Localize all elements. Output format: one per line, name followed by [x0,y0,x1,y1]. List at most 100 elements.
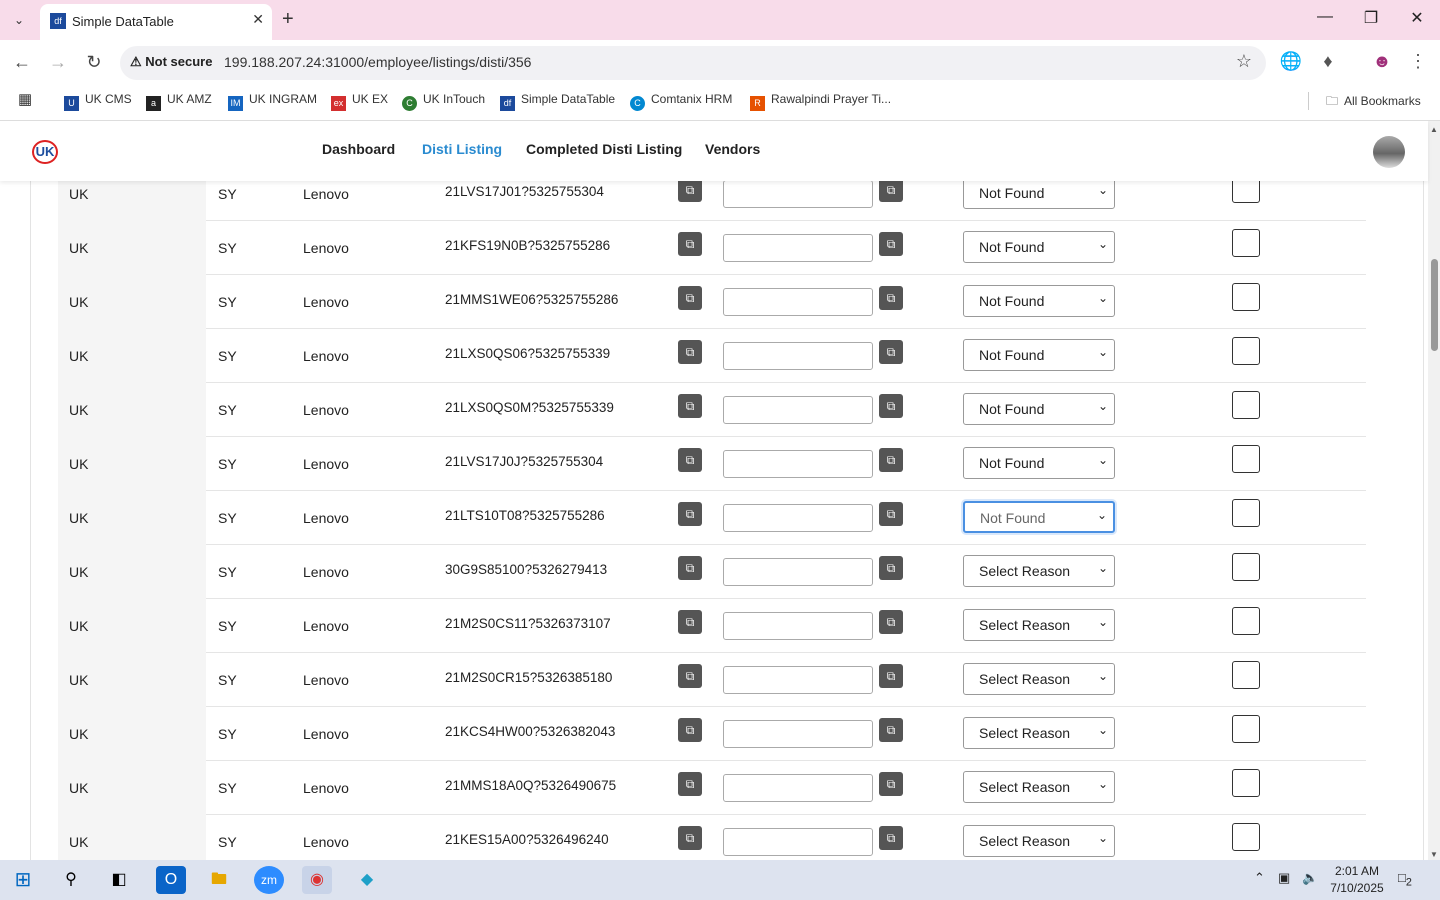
paste-button[interactable]: ⧉ [879,286,903,310]
copy-sku-button[interactable]: ⧉ [678,610,702,634]
row-text-input[interactable] [723,504,873,532]
reload-icon[interactable]: ↻ [82,52,106,73]
row-checkbox[interactable] [1232,553,1260,581]
paste-button[interactable]: ⧉ [879,556,903,580]
row-text-input[interactable] [723,288,873,316]
copy-sku-button[interactable]: ⧉ [678,394,702,418]
file-explorer-icon[interactable]: 🖿 [204,866,234,894]
row-text-input[interactable] [723,558,873,586]
forward-icon[interactable]: → [46,52,70,73]
network-icon[interactable]: ▣ [1278,870,1290,886]
bookmark-item[interactable]: df Simple DataTable [500,92,615,111]
vscode-like-app-icon[interactable]: ◆ [352,866,382,894]
reason-select[interactable]: Select Reason ⌄ [963,555,1115,587]
copy-sku-button[interactable]: ⧉ [678,232,702,256]
back-icon[interactable]: ← [10,52,34,73]
reason-select[interactable]: Not Found ⌄ [963,501,1115,533]
row-checkbox[interactable] [1232,661,1260,689]
task-view-icon[interactable]: ◧ [104,866,134,894]
restore-icon[interactable]: ❐ [1356,8,1386,28]
menu-icon[interactable]: ⋮ [1406,51,1430,72]
url-text[interactable]: 199.188.207.24:31000/employee/listings/d… [224,54,531,70]
paste-button[interactable]: ⧉ [879,718,903,742]
paste-button[interactable]: ⧉ [879,394,903,418]
address-bar[interactable]: ⚠ Not secure 199.188.207.24:31000/employ… [120,46,1266,80]
copy-sku-button[interactable]: ⧉ [678,772,702,796]
bookmark-item[interactable]: a UK AMZ [146,92,212,111]
copy-sku-button[interactable]: ⧉ [678,826,702,850]
reason-select[interactable]: Select Reason ⌄ [963,717,1115,749]
zoom-icon[interactable]: zm [254,866,284,894]
scrollbar-thumb[interactable] [1431,259,1438,351]
paste-button[interactable]: ⧉ [879,772,903,796]
reason-select[interactable]: Not Found ⌄ [963,447,1115,479]
minimize-icon[interactable]: — [1310,8,1340,26]
tray-overflow-icon[interactable]: ⌃ [1254,870,1265,886]
reason-select[interactable]: Not Found ⌄ [963,339,1115,371]
row-checkbox[interactable] [1232,769,1260,797]
row-text-input[interactable] [723,720,873,748]
system-clock[interactable]: 2:01 AM 7/10/2025 [1322,863,1392,897]
copy-sku-button[interactable]: ⧉ [678,718,702,742]
user-avatar[interactable] [1373,136,1405,168]
copy-sku-button[interactable]: ⧉ [678,556,702,580]
nav-disti-listing[interactable]: Disti Listing [422,141,502,157]
reason-select[interactable]: Not Found ⌄ [963,177,1115,209]
copy-sku-button[interactable]: ⧉ [678,286,702,310]
copy-sku-button[interactable]: ⧉ [678,664,702,688]
paste-button[interactable]: ⧉ [879,178,903,202]
uk-logo[interactable]: UK [32,140,58,164]
copy-sku-button[interactable]: ⧉ [678,448,702,472]
row-checkbox[interactable] [1232,715,1260,743]
bookmark-item[interactable]: IM UK INGRAM [228,92,317,111]
browser-tab[interactable]: df Simple DataTable ✕ [40,4,272,40]
row-checkbox[interactable] [1232,337,1260,365]
bookmark-item[interactable]: U UK CMS [64,92,132,111]
row-text-input[interactable] [723,450,873,478]
translate-icon[interactable]: 🌐 [1279,51,1303,72]
nav-completed-disti-listing[interactable]: Completed Disti Listing [526,141,682,157]
paste-button[interactable]: ⧉ [879,502,903,526]
row-checkbox[interactable] [1232,499,1260,527]
outlook-icon[interactable]: O [156,866,186,894]
row-text-input[interactable] [723,828,873,856]
paste-button[interactable]: ⧉ [879,232,903,256]
reason-select[interactable]: Not Found ⌄ [963,393,1115,425]
paste-button[interactable]: ⧉ [879,664,903,688]
row-checkbox[interactable] [1232,391,1260,419]
copy-sku-button[interactable]: ⧉ [678,178,702,202]
reason-select[interactable]: Select Reason ⌄ [963,609,1115,641]
row-checkbox[interactable] [1232,607,1260,635]
reason-select[interactable]: Not Found ⌄ [963,231,1115,263]
paste-button[interactable]: ⧉ [879,610,903,634]
close-tab-icon[interactable]: ✕ [252,11,264,28]
page-scrollbar[interactable]: ▲ ▼ [1428,121,1440,860]
reason-select[interactable]: Not Found ⌄ [963,285,1115,317]
paste-button[interactable]: ⧉ [879,340,903,364]
profile-icon[interactable]: ☻ [1370,51,1394,72]
bookmark-star-icon[interactable]: ☆ [1236,51,1252,72]
paste-button[interactable]: ⧉ [879,826,903,850]
bookmark-item[interactable]: R Rawalpindi Prayer Ti... [750,92,891,111]
nav-dashboard[interactable]: Dashboard [322,141,395,157]
scroll-down-icon[interactable]: ▼ [1430,850,1438,859]
row-checkbox[interactable] [1232,229,1260,257]
search-icon[interactable]: ⚲ [56,866,86,894]
close-window-icon[interactable]: ✕ [1402,8,1432,28]
reason-select[interactable]: Select Reason ⌄ [963,663,1115,695]
nav-vendors[interactable]: Vendors [705,141,760,157]
row-text-input[interactable] [723,180,873,208]
all-bookmarks[interactable]: 🗀 All Bookmarks [1326,92,1421,113]
bookmark-item[interactable]: C Comtanix HRM [630,92,732,111]
row-text-input[interactable] [723,612,873,640]
bookmark-item[interactable]: C UK InTouch [402,92,485,111]
not-secure-badge[interactable]: ⚠ Not secure [130,54,212,70]
bookmark-item[interactable]: ex UK EX [331,92,388,111]
scroll-up-icon[interactable]: ▲ [1430,125,1438,134]
reason-select[interactable]: Select Reason ⌄ [963,771,1115,803]
volume-muted-icon[interactable]: 🔈 [1302,870,1318,886]
row-text-input[interactable] [723,774,873,802]
row-checkbox[interactable] [1232,823,1260,851]
row-text-input[interactable] [723,342,873,370]
row-text-input[interactable] [723,234,873,262]
